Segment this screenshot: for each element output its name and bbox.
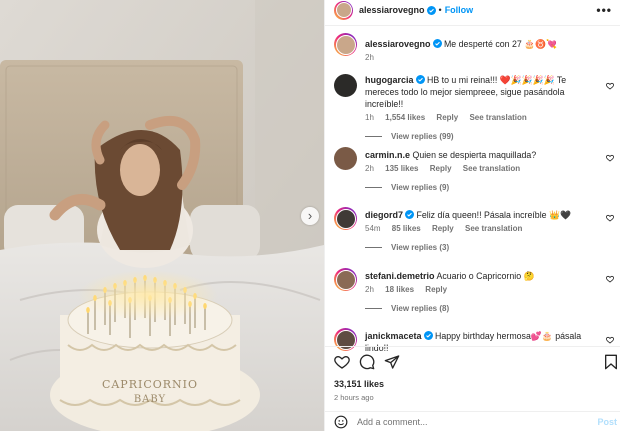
verified-badge-icon <box>426 5 436 15</box>
separator-dot: • <box>438 5 442 15</box>
comment: janickmaceta Happy birthday hermosa💕🎂 pá… <box>334 328 614 354</box>
comment-username[interactable]: stefani.demetrio <box>365 271 435 281</box>
author-avatar[interactable] <box>334 0 353 20</box>
view-replies-label: View replies (99) <box>391 132 454 141</box>
post-time: 2 hours ago <box>334 393 374 402</box>
view-replies-label: View replies (8) <box>391 304 450 313</box>
comment: stefani.demetrio Acuario o Capricornio 🤔… <box>334 268 614 313</box>
emoji-icon[interactable] <box>334 415 348 429</box>
caption-avatar[interactable] <box>334 33 357 56</box>
like-comment-icon[interactable] <box>606 82 614 90</box>
comment-avatar[interactable] <box>334 147 357 170</box>
replies-line <box>365 247 382 248</box>
see-translation-button[interactable]: See translation <box>465 224 522 233</box>
comment: diegord7 Feliz día queen!! Pásala increí… <box>334 207 614 252</box>
like-comment-icon[interactable] <box>606 154 614 162</box>
reply-button[interactable]: Reply <box>425 285 447 294</box>
comment-likes[interactable]: 85 likes <box>392 224 421 233</box>
header-divider <box>325 25 620 26</box>
view-replies-button[interactable]: View replies (9) <box>365 183 612 192</box>
replies-line <box>365 136 382 137</box>
post-caption: alessiarovegno Me desperté con 27 🎂♉💘 2h <box>334 33 612 62</box>
birthday-photo: CAPRICORNIO BABY <box>0 0 324 431</box>
actions-divider <box>325 346 620 347</box>
verified-badge-icon <box>423 331 433 340</box>
caption-text: Me desperté con 27 🎂♉💘 <box>443 39 558 49</box>
post-comment-button[interactable]: Post <box>597 417 617 427</box>
comment-time: 1h <box>365 113 374 122</box>
comment-time: 54m <box>365 224 381 233</box>
caption-username[interactable]: alessiarovegno <box>365 39 431 49</box>
comment-likes[interactable]: 18 likes <box>385 285 414 294</box>
more-options-icon[interactable]: ••• <box>596 3 612 17</box>
comment-username[interactable]: janickmaceta <box>365 331 422 341</box>
verified-badge-icon <box>415 75 425 84</box>
chevron-right-icon: › <box>307 207 313 223</box>
caption-time: 2h <box>365 53 374 62</box>
see-translation-button[interactable]: See translation <box>463 164 520 173</box>
reply-button[interactable]: Reply <box>436 113 458 122</box>
replies-line <box>365 187 382 188</box>
comment-icon[interactable] <box>359 354 375 370</box>
comment-text: Acuario o Capricornio 🤔 <box>436 271 535 281</box>
verified-badge-icon <box>405 210 415 219</box>
follow-button[interactable]: Follow <box>445 5 474 15</box>
comment-text: Feliz día queen!! Pásala increíble 👑🖤 <box>416 210 571 220</box>
view-replies-label: View replies (9) <box>391 183 450 192</box>
cake-text-line1: CAPRICORNIO <box>102 378 198 391</box>
comment-username[interactable]: diegord7 <box>365 210 403 220</box>
comment-username[interactable]: hugogarcia <box>365 75 414 85</box>
reply-button[interactable]: Reply <box>430 164 452 173</box>
like-comment-icon[interactable] <box>606 275 614 283</box>
view-replies-button[interactable]: View replies (99) <box>365 132 612 141</box>
add-comment-bar: Post <box>325 411 620 431</box>
post-detail-panel: alessiarovegno • Follow ••• alessiaroveg… <box>324 0 620 431</box>
save-bookmark-icon[interactable] <box>604 354 618 370</box>
next-photo-button[interactable]: › <box>301 207 319 225</box>
replies-line <box>365 308 382 309</box>
likes-count[interactable]: 33,151 likes <box>334 379 384 389</box>
view-replies-button[interactable]: View replies (3) <box>365 243 612 252</box>
see-translation-button[interactable]: See translation <box>469 113 526 122</box>
comment-username[interactable]: carmin.n.e <box>365 150 410 160</box>
share-icon[interactable] <box>384 354 400 370</box>
comment: hugogarcia HB to u mi reina!!! ❤️🎉🎉🎉🎉 Te… <box>334 74 614 141</box>
comment-avatar[interactable] <box>334 74 357 97</box>
comment-avatar[interactable] <box>334 328 357 351</box>
like-comment-icon[interactable] <box>606 214 614 222</box>
post-header: alessiarovegno • Follow ••• <box>325 0 620 20</box>
comment-time: 2h <box>365 285 374 294</box>
cake-text-line2: BABY <box>134 394 166 405</box>
post-photo[interactable]: CAPRICORNIO BABY › <box>0 0 324 431</box>
comment-input[interactable] <box>357 416 577 427</box>
comment-time: 2h <box>365 164 374 173</box>
comment: carmin.n.e Quien se despierta maquillada… <box>334 147 614 192</box>
verified-badge-icon <box>432 39 442 48</box>
action-bar <box>325 352 620 372</box>
reply-button[interactable]: Reply <box>432 224 454 233</box>
comment-text: Quien se despierta maquillada? <box>412 150 537 160</box>
comment-avatar[interactable] <box>334 207 357 230</box>
author-username[interactable]: alessiarovegno <box>359 5 425 15</box>
like-icon[interactable] <box>334 354 350 370</box>
like-comment-icon[interactable] <box>606 336 614 344</box>
view-replies-label: View replies (3) <box>391 243 450 252</box>
view-replies-button[interactable]: View replies (8) <box>365 304 612 313</box>
comment-avatar[interactable] <box>334 268 357 291</box>
comment-likes[interactable]: 135 likes <box>385 164 418 173</box>
comment-likes[interactable]: 1,554 likes <box>385 113 425 122</box>
